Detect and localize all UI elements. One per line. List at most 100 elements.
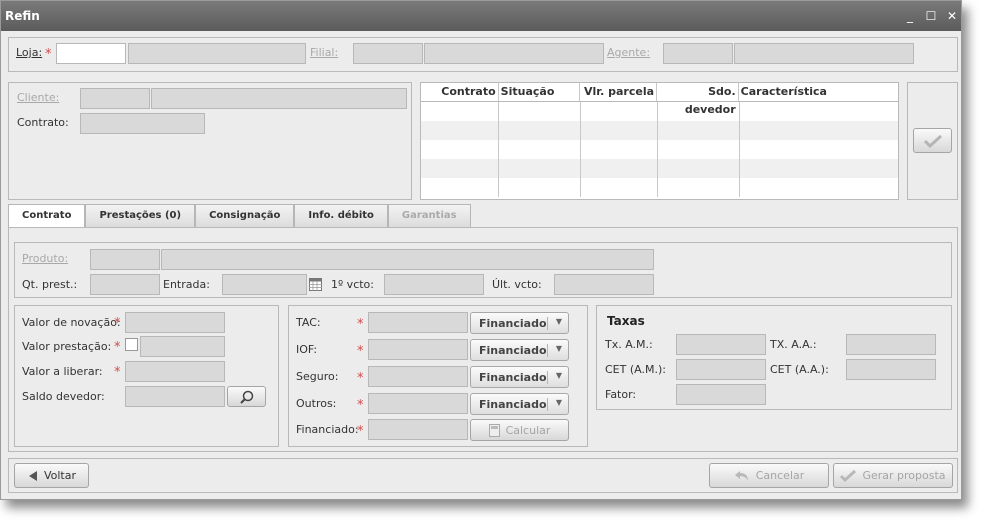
title-bar: Refin _ ☐ ✕	[1, 1, 961, 31]
qt-prest-field	[90, 274, 160, 295]
outros-dropdown[interactable]: Financiado ▼	[470, 393, 569, 415]
table-row[interactable]	[421, 140, 898, 159]
entrada-field	[222, 274, 307, 295]
saldo-devedor-field	[125, 386, 225, 407]
calculator-icon	[488, 423, 500, 437]
header-panel: Loja: * Filial: Agente:	[8, 37, 958, 72]
search-icon	[239, 390, 253, 404]
financiado-label: Financiado:	[296, 423, 359, 436]
valor-novacao-field	[125, 312, 225, 333]
required-marker: *	[114, 365, 121, 380]
seguro-field	[368, 366, 468, 387]
seguro-label: Seguro:	[296, 370, 339, 383]
cliente-name-field	[151, 88, 407, 109]
required-marker: *	[45, 47, 52, 62]
valor-prestacao-field	[140, 336, 225, 357]
column-caracteristica[interactable]: Característica	[739, 83, 898, 101]
table-row[interactable]	[421, 102, 898, 121]
filial-name-field	[424, 43, 604, 64]
filial-label[interactable]: Filial:	[310, 46, 338, 59]
tab-garantias: Garantias	[387, 204, 471, 227]
agente-name-field	[734, 43, 914, 64]
tab-consignacao[interactable]: Consignação	[195, 204, 295, 227]
required-marker: *	[114, 316, 121, 331]
loja-label[interactable]: Loja:	[16, 46, 42, 59]
custos-panel: TAC: * Financiado ▼ IOF: * Financiado ▼ Se…	[288, 305, 588, 447]
valor-prestacao-checkbox[interactable]	[125, 338, 138, 351]
table-header: Contrato Situação Vlr. parcela Sdo. deve…	[421, 83, 898, 116]
iof-field	[368, 339, 468, 360]
qt-prest-label: Qt. prest.:	[22, 278, 78, 291]
fator-label: Fator:	[605, 388, 637, 401]
check-icon	[840, 469, 857, 482]
required-marker: *	[357, 398, 364, 413]
tab-info-debito[interactable]: Info. débito	[294, 204, 388, 227]
required-marker: *	[114, 340, 121, 355]
fator-field	[676, 384, 766, 405]
tab-bar: Contrato Prestações (0) Consignação Info…	[8, 204, 471, 228]
calendar-icon[interactable]	[309, 278, 322, 291]
back-arrow-icon	[28, 470, 37, 481]
confirm-button[interactable]	[913, 128, 952, 153]
tab-content: Produto: Qt. prest.: Entrada: 1º vcto: Ú…	[8, 227, 958, 452]
tab-prestacoes[interactable]: Prestações (0)	[85, 204, 196, 227]
iof-dropdown[interactable]: Financiado ▼	[470, 339, 569, 361]
column-vlr-parcela[interactable]: Vlr. parcela	[580, 83, 658, 101]
loja-name-field	[128, 43, 306, 64]
cliente-panel: Cliente: Contrato:	[8, 82, 412, 200]
primeiro-vcto-label: 1º vcto:	[331, 278, 374, 291]
chevron-down-icon: ▼	[555, 398, 562, 407]
financiado-field	[368, 419, 468, 440]
tab-contrato[interactable]: Contrato	[8, 204, 86, 228]
chevron-down-icon: ▼	[555, 371, 562, 380]
cet-am-field	[676, 359, 766, 380]
agente-code-field	[663, 43, 733, 64]
column-contrato[interactable]: Contrato	[421, 83, 499, 101]
agente-label[interactable]: Agente:	[607, 46, 650, 59]
produto-panel: Produto: Qt. prest.: Entrada: 1º vcto: Ú…	[14, 242, 952, 298]
check-icon	[923, 134, 942, 148]
contrato-field	[80, 113, 205, 134]
undo-icon	[734, 471, 748, 481]
table-row[interactable]	[421, 121, 898, 140]
seguro-dropdown[interactable]: Financiado ▼	[470, 366, 569, 388]
footer-panel: Voltar Cancelar Gerar proposta	[8, 458, 958, 493]
ult-vcto-field	[554, 274, 654, 295]
tx-aa-label: TX. A.A.:	[770, 338, 817, 351]
tx-aa-field	[846, 334, 936, 355]
contrato-label: Contrato:	[17, 116, 69, 129]
cet-am-label: CET (A.M.):	[605, 363, 666, 376]
tx-am-field	[676, 334, 766, 355]
cancelar-button[interactable]: Cancelar	[709, 463, 829, 488]
table-row[interactable]	[421, 159, 898, 178]
saldo-devedor-label: Saldo devedor:	[22, 390, 105, 403]
tac-dropdown[interactable]: Financiado ▼	[470, 312, 569, 334]
voltar-button[interactable]: Voltar	[14, 463, 89, 488]
calcular-button[interactable]: Calcular	[470, 419, 569, 441]
contracts-table[interactable]: Contrato Situação Vlr. parcela Sdo. deve…	[420, 82, 899, 200]
table-row[interactable]	[421, 178, 898, 197]
tac-label: TAC:	[296, 316, 321, 329]
loja-code-input[interactable]	[56, 43, 126, 64]
produto-label[interactable]: Produto:	[22, 252, 68, 265]
cliente-label[interactable]: Cliente:	[17, 91, 59, 104]
taxas-panel: Taxas Tx. A.M.: TX. A.A.: CET (A.M.): CE…	[596, 305, 952, 410]
column-situacao[interactable]: Situação	[499, 83, 581, 101]
gerar-proposta-button[interactable]: Gerar proposta	[833, 463, 953, 488]
produto-code-field	[90, 249, 160, 270]
required-marker: *	[357, 344, 364, 359]
confirm-panel	[907, 82, 958, 200]
close-button[interactable]: ✕	[943, 9, 961, 23]
minimize-button[interactable]: _	[901, 9, 919, 23]
entrada-label: Entrada:	[163, 278, 210, 291]
column-sdo-devedor[interactable]: Sdo. devedor	[657, 83, 739, 116]
valor-liberar-label: Valor a liberar:	[22, 365, 103, 378]
search-saldo-button[interactable]	[227, 386, 266, 407]
cet-aa-label: CET (A.A.):	[770, 363, 829, 376]
refin-window: Refin _ ☐ ✕ Loja: * Filial: Agente: Clie…	[0, 0, 962, 500]
primeiro-vcto-field	[384, 274, 484, 295]
maximize-button[interactable]: ☐	[922, 9, 940, 23]
chevron-down-icon: ▼	[555, 344, 562, 353]
ult-vcto-label: Últ. vcto:	[492, 278, 542, 291]
window-title: Refin	[5, 9, 40, 23]
